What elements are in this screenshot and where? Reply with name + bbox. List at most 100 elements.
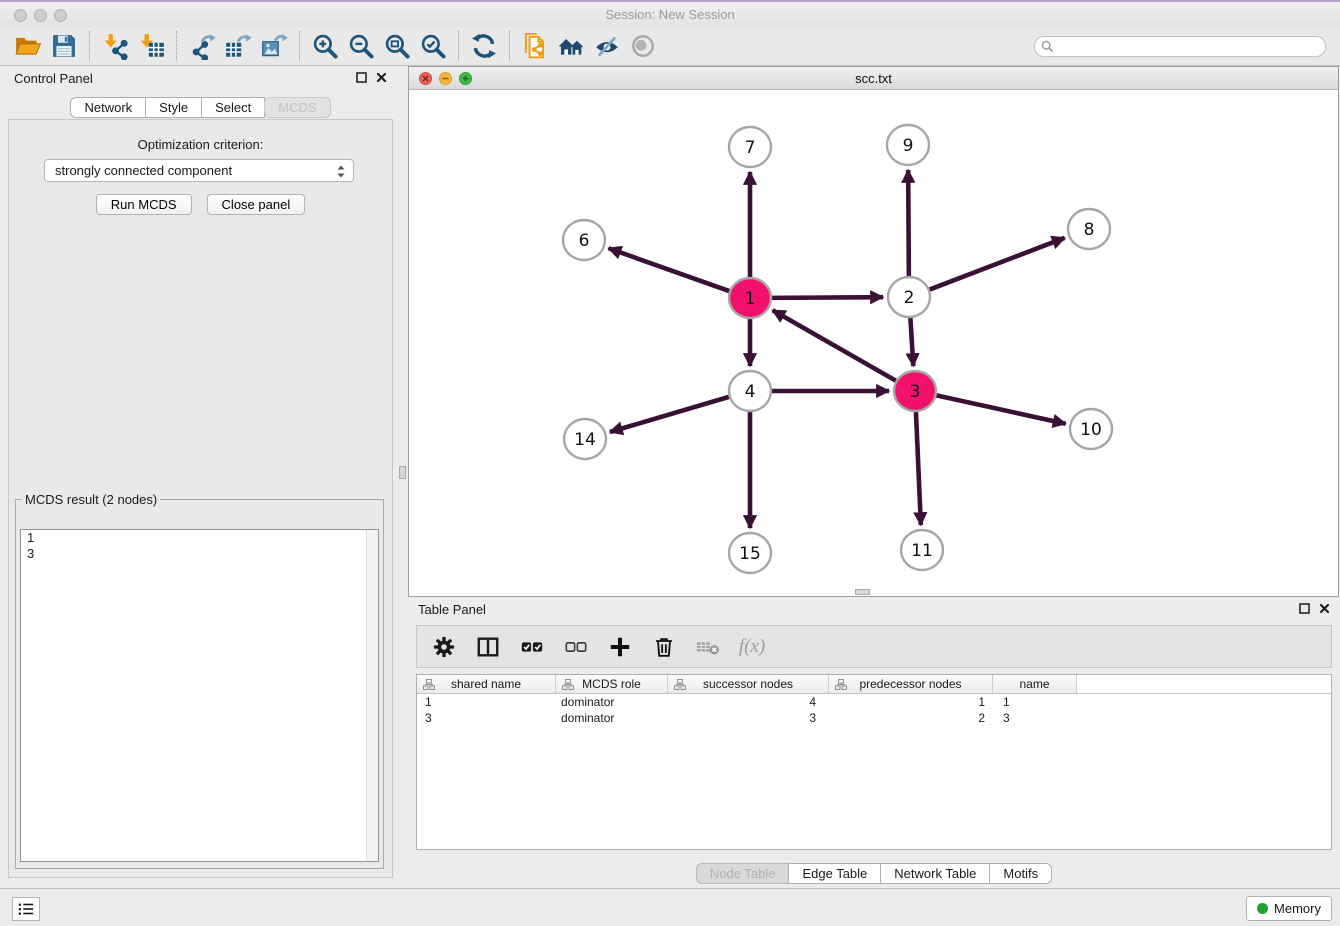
tab-network[interactable]: Network [70,97,146,118]
view-splitter-grip[interactable] [855,589,870,595]
table-toolbar: f(x) [416,625,1332,668]
export-table-button[interactable] [220,29,256,63]
mcds-result-title: MCDS result (2 nodes) [22,492,160,507]
cell: 1 [993,694,1077,710]
edge-2-3[interactable] [910,318,913,366]
node-label: 11 [911,541,933,561]
column-view-button[interactable] [471,630,505,664]
select-all-columns-button[interactable] [515,630,549,664]
tab-node-table[interactable]: Node Table [696,863,790,884]
tab-edge-table[interactable]: Edge Table [788,863,881,884]
tab-motifs[interactable]: Motifs [989,863,1052,884]
clone-network-button[interactable] [517,29,553,63]
tab-network-table[interactable]: Network Table [880,863,990,884]
float-panel-icon[interactable] [356,72,367,83]
cell: dominator [556,710,668,726]
export-network-button[interactable] [184,29,220,63]
zoom-out-button[interactable] [343,29,379,63]
list-icon [16,900,36,918]
edge-2-8[interactable] [930,238,1065,290]
mcds-result-box[interactable]: 13 [20,529,379,862]
export-image-button[interactable] [256,29,292,63]
result-scrollbar[interactable] [366,530,378,861]
control-panel-tabs: NetworkStyleSelectMCDS [4,97,397,118]
import-table-button[interactable] [133,29,169,63]
cell: 3 [993,710,1077,726]
network-window-titlebar[interactable]: scc.txt [409,67,1338,90]
zoom-in-button[interactable] [307,29,343,63]
result-line: 1 [21,530,378,546]
zoom-selected-button[interactable] [415,29,451,63]
tab-style[interactable]: Style [145,97,202,118]
node-label: 8 [1084,220,1095,240]
task-history-button[interactable] [12,897,40,921]
delete-table-button[interactable] [691,630,725,664]
panel-splitter-grip[interactable] [399,466,406,479]
graphics-details-button[interactable] [589,29,625,63]
optimization-criterion-select[interactable]: strongly connected component [44,159,354,182]
memory-button[interactable]: Memory [1246,896,1332,921]
edge-1-6[interactable] [609,248,730,291]
plus-icon [608,635,632,659]
unselect-all-columns-button[interactable] [559,630,593,664]
table-settings-button[interactable] [427,630,461,664]
column-type-icon [674,679,686,690]
node-label: 9 [903,136,914,156]
zoom-fit-icon [383,32,411,60]
edge-1-2[interactable] [772,297,883,298]
tab-select[interactable]: Select [201,97,265,118]
network-view-title: scc.txt [409,67,1338,90]
close-panel-icon[interactable] [376,72,387,83]
result-line: 3 [21,546,378,562]
control-panel: Control Panel NetworkStyleSelectMCDS Opt… [4,66,397,884]
table-row[interactable]: 1dominator411 [417,694,1331,710]
cell: 4 [668,694,829,710]
column-header-name[interactable]: name [993,675,1077,693]
refresh-layout-button[interactable] [466,29,502,63]
table-row[interactable]: 3dominator323 [417,710,1331,726]
memory-status-dot [1257,903,1268,914]
add-column-button[interactable] [603,630,637,664]
zoom-in-icon [311,32,339,60]
close-panel-icon[interactable] [1319,603,1330,614]
edge-3-1[interactable] [773,310,896,380]
column-header-successor-nodes[interactable]: successor nodes [668,675,829,693]
toolbar-separator [299,31,300,61]
zoom-out-icon [347,32,375,60]
network-view-window: scc.txt 7968124314101511 [408,66,1339,597]
import-table-icon [137,32,165,60]
column-header-predecessor-nodes[interactable]: predecessor nodes [829,675,993,693]
close-panel-button[interactable]: Close panel [207,194,306,215]
edge-2-9[interactable] [908,170,909,276]
toolbar-separator [458,31,459,61]
open-session-button[interactable] [10,29,46,63]
search-input[interactable] [1034,36,1326,57]
edge-3-11[interactable] [916,412,921,525]
function-builder-button[interactable]: f(x) [735,630,769,664]
save-session-button[interactable] [46,29,82,63]
delete-column-button[interactable] [647,630,681,664]
edge-4-14[interactable] [610,397,729,432]
column-header-mcds-role[interactable]: MCDS role [556,675,668,693]
column-header-shared-name[interactable]: shared name [417,675,556,693]
node-label: 7 [745,138,756,158]
tab-mcds[interactable]: MCDS [264,97,330,118]
zoom-fit-button[interactable] [379,29,415,63]
zoom-selected-icon [419,32,447,60]
column-type-icon [562,679,574,690]
run-mcds-button[interactable]: Run MCDS [96,194,192,215]
birds-eye-view-button[interactable] [625,29,661,63]
toolbar-separator [176,31,177,61]
node-label: 4 [745,382,756,402]
mcds-result-fieldset: MCDS result (2 nodes) 13 [15,492,384,869]
import-network-button[interactable] [97,29,133,63]
optimization-criterion-value: strongly connected component [55,163,232,178]
home-button[interactable] [553,29,589,63]
edge-3-10[interactable] [937,395,1066,423]
float-panel-icon[interactable] [1299,603,1310,614]
birds-eye-view-icon [629,32,657,60]
table-panel-header: Table Panel [408,597,1340,624]
cell: dominator [556,694,668,710]
open-folder-icon [14,32,42,60]
network-canvas[interactable]: 7968124314101511 [409,90,1338,596]
